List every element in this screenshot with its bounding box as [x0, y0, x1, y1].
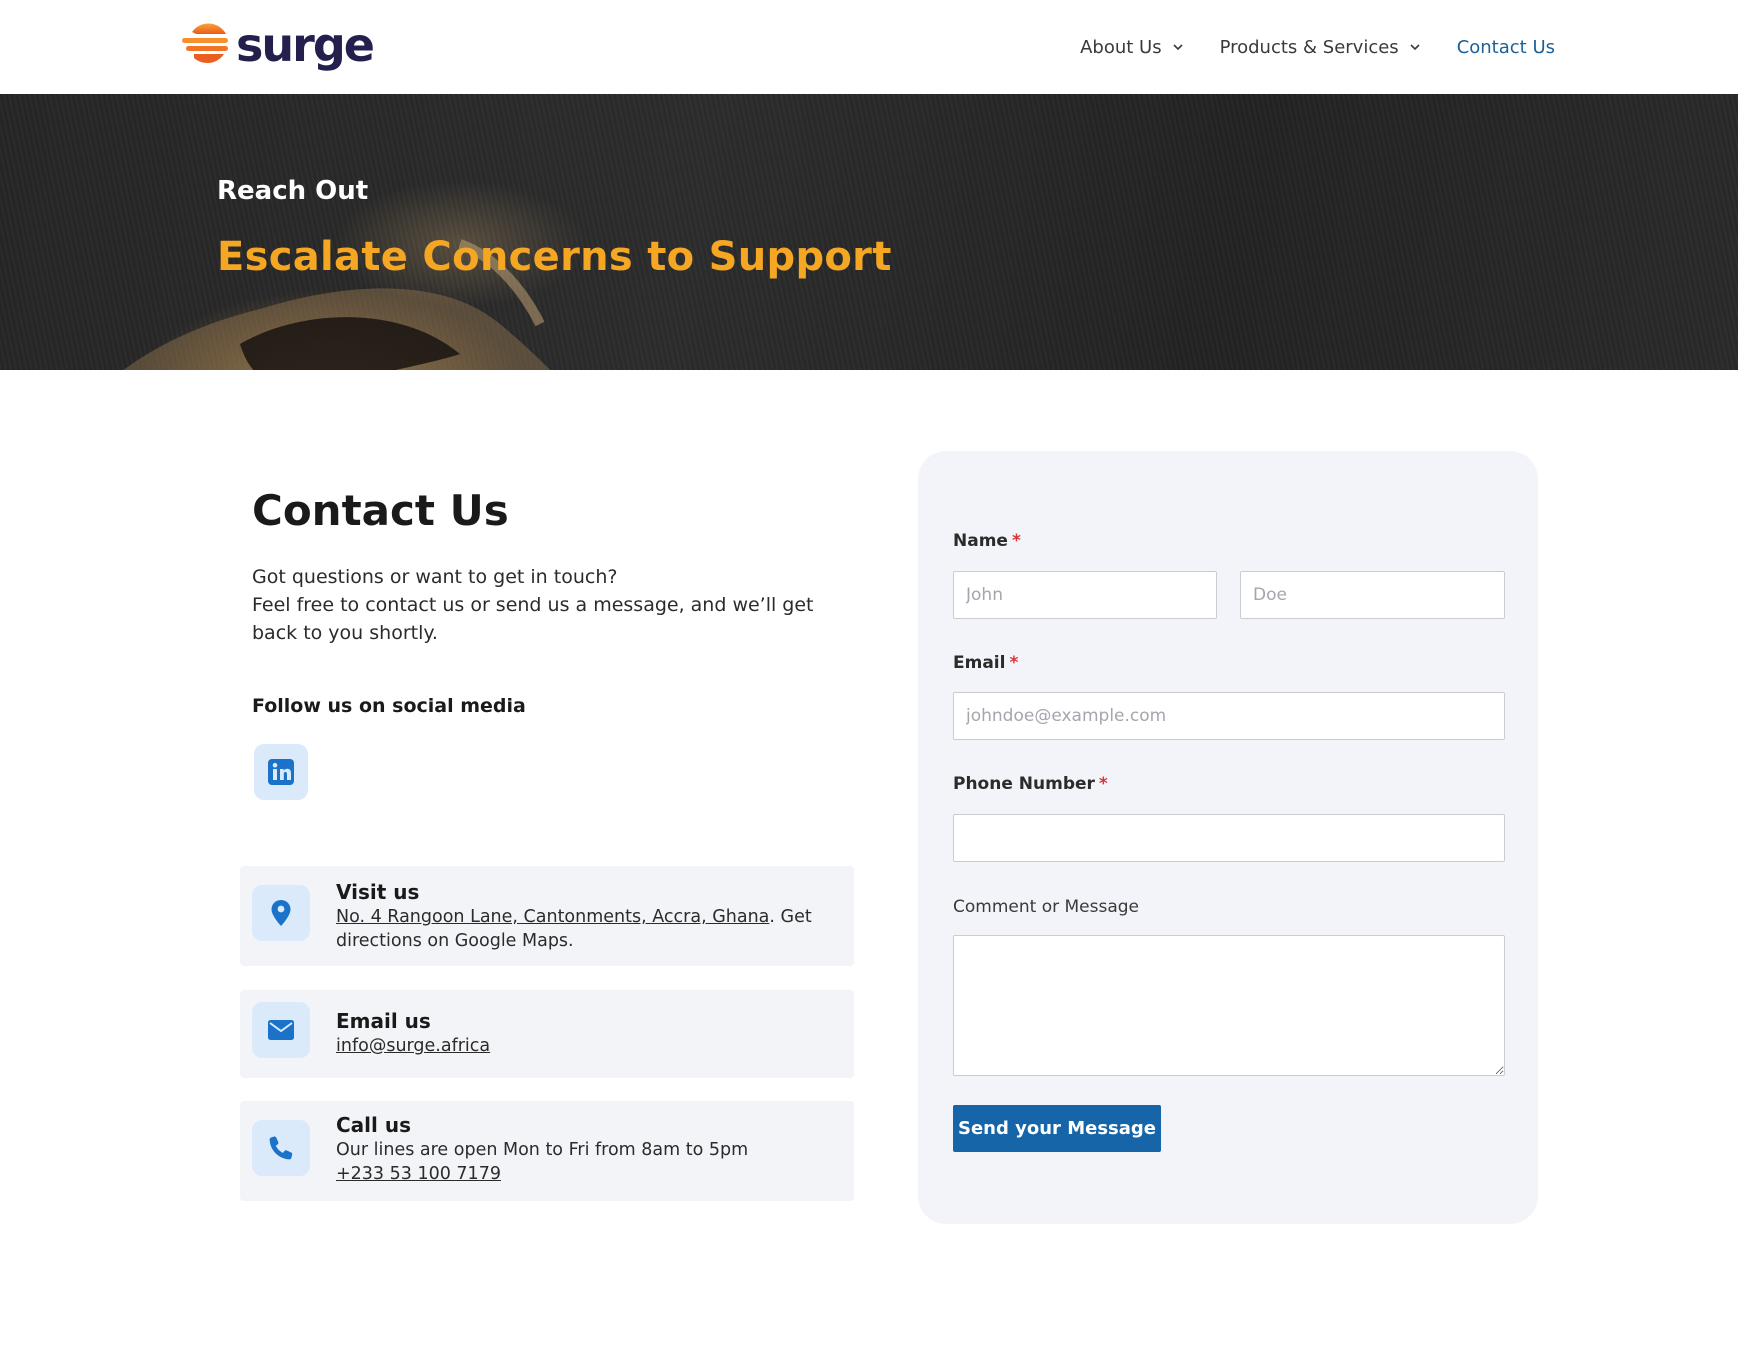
- required-mark: *: [1098, 774, 1108, 794]
- send-message-button[interactable]: Send your Message: [953, 1105, 1161, 1152]
- logo[interactable]: surge: [182, 18, 375, 72]
- map-pin-icon: [271, 900, 291, 926]
- email-link[interactable]: info@surge.africa: [336, 1036, 490, 1056]
- phone-icon: [269, 1136, 293, 1160]
- hero-kicker: Reach Out: [217, 176, 369, 206]
- nav-about-us[interactable]: About Us: [1080, 37, 1184, 58]
- phone-label-text: Phone Number: [953, 774, 1095, 794]
- intro-line-2: Feel free to contact us or send us a mes…: [252, 594, 814, 644]
- nav-contact-us[interactable]: Contact Us: [1457, 37, 1555, 58]
- linkedin-button[interactable]: [254, 744, 308, 800]
- email-input[interactable]: [953, 692, 1505, 740]
- hero-title: Escalate Concerns to Support: [217, 234, 892, 280]
- email-card: Email us info@surge.africa: [240, 990, 854, 1078]
- contact-form: Name* Email* Phone Number* Comment or Me…: [918, 451, 1538, 1224]
- nav-contact-us-label: Contact Us: [1456, 36, 1555, 58]
- phone-label: Phone Number *: [953, 774, 1108, 794]
- site-header: surge About Us Products & Services Conta…: [0, 0, 1738, 94]
- email-icon-badge: [252, 1002, 310, 1058]
- last-name-input[interactable]: [1240, 571, 1505, 619]
- phone-link[interactable]: +233 53 100 7179: [336, 1164, 501, 1184]
- contact-intro: Got questions or want to get in touch? F…: [252, 563, 852, 647]
- phone-input[interactable]: [953, 814, 1505, 862]
- linkedin-icon: [268, 759, 294, 785]
- name-label-text: Name: [953, 531, 1008, 551]
- email-label-text: Email: [953, 653, 1006, 673]
- first-name-input[interactable]: [953, 571, 1217, 619]
- message-label: Comment or Message: [953, 897, 1139, 917]
- call-hours: Our lines are open Mon to Fri from 8am t…: [336, 1140, 749, 1160]
- follow-heading: Follow us on social media: [252, 695, 526, 717]
- chevron-down-icon: [1410, 44, 1420, 51]
- intro-line-1: Got questions or want to get in touch?: [252, 566, 618, 588]
- envelope-icon: [268, 1020, 294, 1040]
- call-icon-badge: [252, 1120, 310, 1176]
- visit-body: Visit us No. 4 Rangoon Lane, Cantonments…: [336, 879, 836, 953]
- required-mark: *: [1009, 653, 1019, 673]
- chevron-down-icon: [1173, 44, 1183, 51]
- call-card: Call us Our lines are open Mon to Fri fr…: [240, 1101, 854, 1201]
- visit-heading: Visit us: [336, 880, 420, 904]
- logo-text: surge: [236, 18, 375, 72]
- hero-banner: Reach Out Escalate Concerns to Support: [0, 94, 1738, 370]
- nav-products-services[interactable]: Products & Services: [1220, 37, 1421, 58]
- address-link[interactable]: No. 4 Rangoon Lane, Cantonments, Accra, …: [336, 907, 769, 927]
- email-heading: Email us: [336, 1009, 431, 1033]
- visit-icon-badge: [252, 885, 310, 941]
- visit-card: Visit us No. 4 Rangoon Lane, Cantonments…: [240, 866, 854, 966]
- message-textarea[interactable]: [953, 935, 1505, 1076]
- required-mark: *: [1011, 531, 1021, 551]
- name-label: Name *: [953, 531, 1021, 551]
- nav-about-us-label: About Us: [1080, 36, 1162, 58]
- call-heading: Call us: [336, 1113, 411, 1137]
- visit-text: No. 4 Rangoon Lane, Cantonments, Accra, …: [336, 905, 836, 953]
- email-label: Email *: [953, 653, 1018, 673]
- nav-products-services-label: Products & Services: [1219, 36, 1399, 58]
- main-nav: About Us Products & Services Contact Us: [1080, 0, 1555, 94]
- email-body: Email us info@surge.africa: [336, 1008, 490, 1058]
- contact-title: Contact Us: [252, 486, 509, 535]
- call-body: Call us Our lines are open Mon to Fri fr…: [336, 1112, 748, 1186]
- logo-mark-icon: [182, 23, 228, 64]
